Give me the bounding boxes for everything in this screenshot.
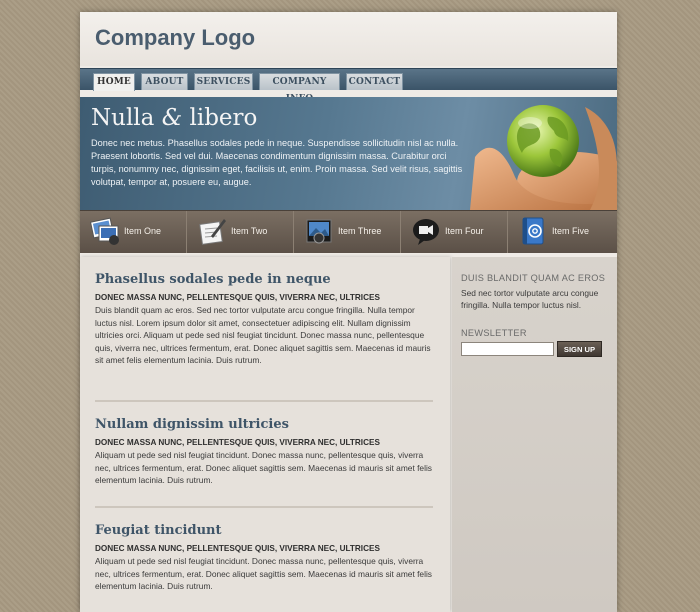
nav-tab-contact[interactable]: CONTACT [346, 73, 403, 90]
article-subtitle: DONEC MASSA NUNC, PELLENTESQUE QUIS, VIV… [95, 293, 380, 302]
banner-text: Donec nec metus. Phasellus sodales pede … [91, 138, 463, 187]
notepad-pen-icon [199, 219, 226, 245]
icon-item-four[interactable]: Item Four [401, 211, 508, 253]
banner-title-ampersand: & [161, 105, 183, 131]
icon-item-label: Item Two [231, 226, 268, 236]
icon-item-one[interactable]: Item One [80, 211, 187, 253]
globe-in-hands-icon [470, 105, 617, 210]
page-wrapper: Company Logo HOME ABOUT SERVICES COMPANY… [80, 12, 617, 612]
main-content: Phasellus sodales pede in neque DONEC MA… [80, 257, 450, 612]
icon-item-label: Item Five [552, 226, 590, 236]
icon-item-two[interactable]: Item Two [187, 211, 294, 253]
newsletter-email-input[interactable] [461, 342, 554, 356]
icon-item-label: Item Three [338, 226, 382, 236]
article-1: Phasellus sodales pede in neque DONEC MA… [95, 272, 433, 367]
banner-title: Nulla & libero [91, 105, 257, 131]
sidebar-text: Sed nec tortor vulputate arcu congue fri… [461, 288, 599, 310]
article-body: Aliquam ut pede sed nisl feugiat tincidu… [95, 556, 432, 592]
icon-item-label: Item One [124, 226, 162, 236]
main-navigation: HOME ABOUT SERVICES COMPANY INFO CONTACT [80, 68, 617, 104]
article-title[interactable]: Phasellus sodales pede in neque [95, 272, 433, 287]
article-title[interactable]: Nullam dignissim ultricies [95, 417, 433, 432]
article-3: Feugiat tincidunt DONEC MASSA NUNC, PELL… [95, 523, 433, 593]
article-body: Aliquam ut pede sed nisl feugiat tincidu… [95, 450, 432, 486]
sidebar-heading: DUIS BLANDIT QUAM AC EROS [461, 273, 606, 283]
article-subtitle: DONEC MASSA NUNC, PELLENTESQUE QUIS, VIV… [95, 438, 380, 447]
nav-tab-company-info[interactable]: COMPANY INFO [259, 73, 340, 104]
article-divider [95, 506, 433, 508]
video-chat-icon [413, 219, 439, 245]
company-logo[interactable]: Company Logo [95, 25, 255, 51]
icon-item-five[interactable]: Item Five [508, 211, 615, 253]
icon-item-three[interactable]: Item Three [294, 211, 401, 253]
sidebar: DUIS BLANDIT QUAM AC EROS Sed nec tortor… [452, 257, 617, 612]
nav-tab-about[interactable]: ABOUT [141, 73, 188, 90]
nav-tab-home[interactable]: HOME [93, 73, 135, 91]
camera-icon [306, 219, 332, 244]
banner-title-text-1: Nulla [91, 105, 162, 131]
article-2: Nullam dignissim ultricies DONEC MASSA N… [95, 417, 433, 487]
newsletter-heading: NEWSLETTER [461, 328, 527, 338]
banner-title-text-2: libero [182, 105, 258, 131]
article-body: Duis blandit quam ac eros. Sed nec torto… [95, 305, 431, 366]
photos-icon [90, 217, 119, 245]
header: Company Logo [80, 12, 617, 66]
icon-navigation-bar: Item One Item Two Item Three Item Four I… [80, 210, 617, 253]
address-book-icon [522, 217, 544, 245]
hero-banner: Nulla & libero Donec nec metus. Phasellu… [80, 97, 617, 210]
article-divider [95, 400, 433, 402]
article-subtitle: DONEC MASSA NUNC, PELLENTESQUE QUIS, VIV… [95, 544, 380, 553]
nav-tab-services[interactable]: SERVICES [194, 73, 253, 90]
signup-button[interactable]: SIGN UP [557, 341, 602, 357]
icon-item-label: Item Four [445, 226, 484, 236]
article-title[interactable]: Feugiat tincidunt [95, 523, 433, 538]
